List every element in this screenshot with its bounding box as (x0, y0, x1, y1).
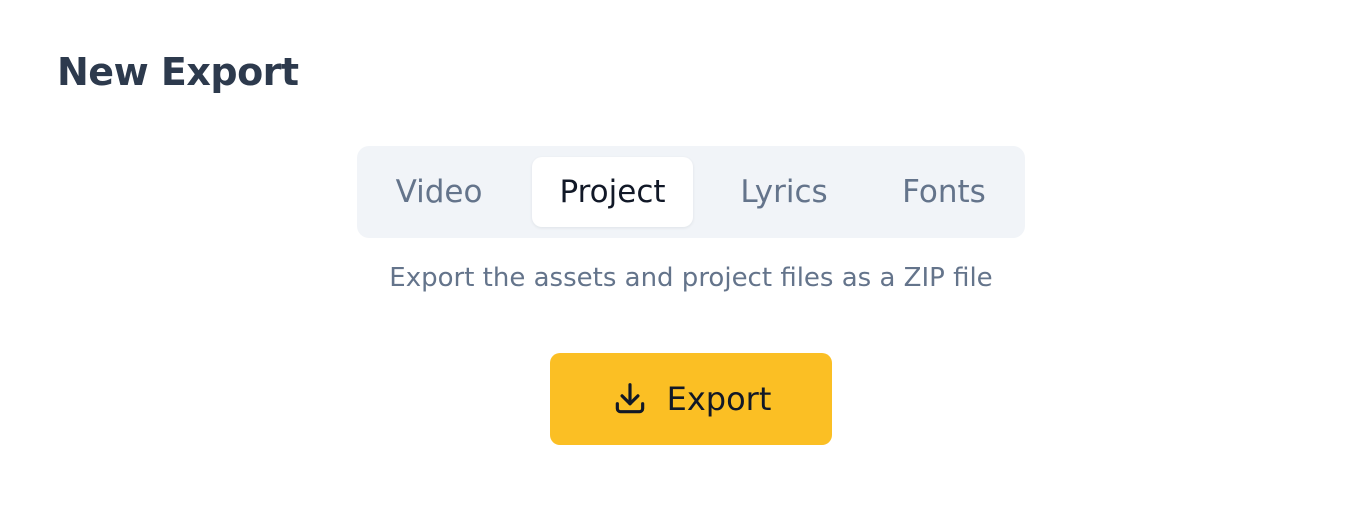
export-button[interactable]: Export (550, 353, 832, 445)
tab-video[interactable]: Video (373, 157, 505, 227)
export-type-tabs: Video Project Lyrics Fonts (357, 146, 1025, 238)
export-page: New Export Video Project Lyrics Fonts Ex… (0, 0, 1366, 530)
export-button-label: Export (666, 380, 772, 418)
tab-lyrics[interactable]: Lyrics (719, 157, 849, 227)
tab-project[interactable]: Project (532, 157, 693, 227)
export-description: Export the assets and project files as a… (389, 263, 993, 293)
tab-fonts[interactable]: Fonts (879, 157, 1009, 227)
page-title: New Export (57, 50, 299, 94)
download-icon (611, 380, 649, 418)
